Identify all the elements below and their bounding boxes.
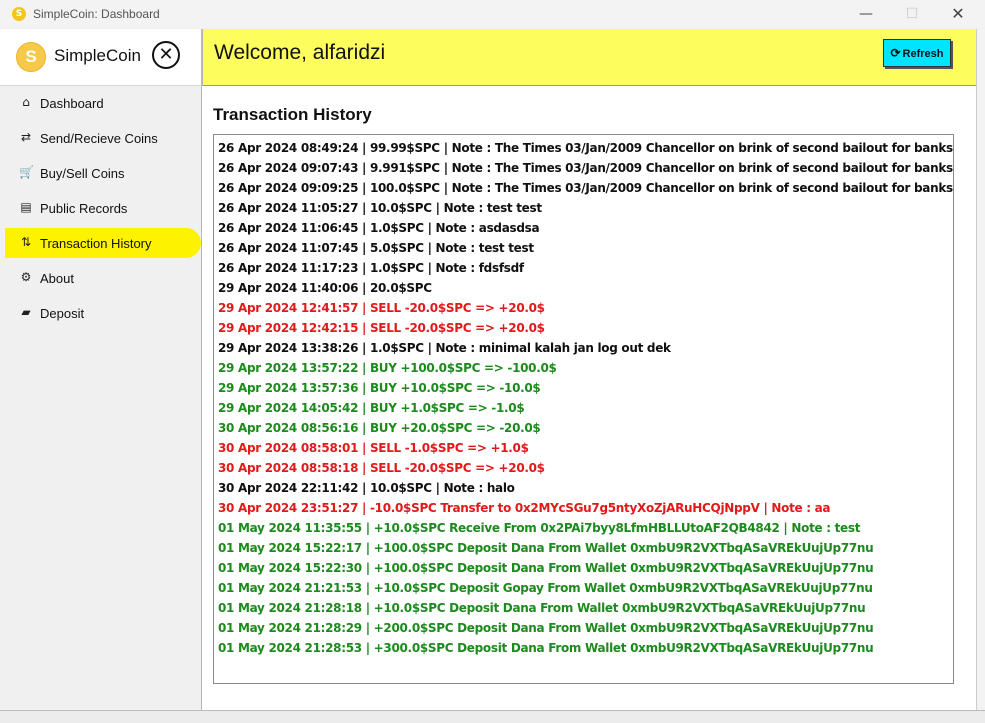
window-right-edge [976,29,985,722]
transaction-row: 30 Apr 2024 08:58:18 | SELL -20.0$SPC =>… [218,461,545,475]
cart-icon: 🛒 [19,165,34,179]
minimize-button[interactable]: — [843,0,889,28]
history-icon: ⇅ [20,235,32,249]
transaction-row: 29 Apr 2024 13:38:26 | 1.0$SPC | Note : … [218,341,671,355]
transaction-row: 30 Apr 2024 08:56:16 | BUY +20.0$SPC => … [218,421,541,435]
refresh-icon: ⟳ [890,46,901,60]
transaction-row: 30 Apr 2024 08:58:01 | SELL -1.0$SPC => … [218,441,529,455]
transaction-row: 01 May 2024 21:21:53 | +10.0$SPC Deposit… [218,581,873,595]
main-content: Transaction History 26 Apr 2024 08:49:24… [202,86,976,710]
sidebar: ⌂ Dashboard ⇄ Send/Recieve Coins 🛒 Buy/S… [0,86,202,710]
sidebar-item-public-records[interactable]: ▤ Public Records [5,193,201,223]
transaction-row: 29 Apr 2024 12:42:15 | SELL -20.0$SPC =>… [218,321,545,335]
records-icon: ▤ [20,200,32,214]
transaction-row: 30 Apr 2024 23:51:27 | -10.0$SPC Transfe… [218,501,831,515]
sidebar-item-buy-sell[interactable]: 🛒 Buy/Sell Coins [5,158,201,188]
sidebar-item-label: Deposit [40,306,85,321]
page-title: Transaction History [213,105,372,124]
sidebar-item-label: Send/Recieve Coins [40,131,158,146]
sidebar-item-deposit[interactable]: ▰ Deposit [5,298,201,328]
home-icon: ⌂ [22,95,30,109]
sidebar-item-label: Buy/Sell Coins [40,166,125,181]
transaction-row: 01 May 2024 21:28:18 | +10.0$SPC Deposit… [218,601,866,615]
welcome-title: Welcome, alfaridzi [214,41,386,64]
refresh-label: Refresh [902,48,944,60]
transaction-row: 29 Apr 2024 11:40:06 | 20.0$SPC [218,281,432,295]
transaction-row: 26 Apr 2024 09:09:25 | 100.0$SPC | Note … [218,181,954,195]
app-icon: S [12,7,26,21]
transaction-row: 30 Apr 2024 22:11:42 | 10.0$SPC | Note :… [218,481,515,495]
sidebar-item-about[interactable]: ⚙ About [5,263,201,293]
wallet-icon: ▰ [21,305,31,319]
transaction-row: 01 May 2024 15:22:17 | +100.0$SPC Deposi… [218,541,874,555]
transaction-list: 26 Apr 2024 08:49:24 | 99.99$SPC | Note … [218,138,953,658]
sidebar-item-label: Public Records [40,201,128,216]
coin-logo-icon: S [16,42,46,72]
sidebar-item-label: Transaction History [40,236,152,251]
refresh-button[interactable]: ⟳ Refresh [883,39,951,67]
close-sidebar-button[interactable]: ✕ [152,41,180,69]
transaction-row: 26 Apr 2024 11:05:27 | 10.0$SPC | Note :… [218,201,542,215]
transaction-row: 26 Apr 2024 09:07:43 | 9.991$SPC | Note … [218,161,954,175]
maximize-button[interactable]: ☐ [889,0,935,28]
transaction-row: 01 May 2024 15:22:30 | +100.0$SPC Deposi… [218,561,874,575]
sidebar-item-dashboard[interactable]: ⌂ Dashboard [5,88,201,118]
window-titlebar: S SimpleCoin: Dashboard — ☐ ✕ [0,0,985,28]
transaction-row: 29 Apr 2024 13:57:36 | BUY +10.0$SPC => … [218,381,541,395]
brand-panel: S SimpleCoin ✕ [0,29,202,86]
sidebar-item-send-receive[interactable]: ⇄ Send/Recieve Coins [5,123,201,153]
transaction-row: 29 Apr 2024 14:05:42 | BUY +1.0$SPC => -… [218,401,525,415]
sidebar-item-label: Dashboard [40,96,104,111]
transaction-row: 26 Apr 2024 11:06:45 | 1.0$SPC | Note : … [218,221,540,235]
transaction-row: 29 Apr 2024 12:41:57 | SELL -20.0$SPC =>… [218,301,545,315]
transaction-row: 26 Apr 2024 11:17:23 | 1.0$SPC | Note : … [218,261,524,275]
brand-name: SimpleCoin [54,46,141,65]
close-window-button[interactable]: ✕ [935,0,981,28]
sidebar-item-transaction-history[interactable]: ⇅ Transaction History [5,228,201,258]
window-title: SimpleCoin: Dashboard [33,7,160,21]
sidebar-item-label: About [40,271,74,286]
header-bar: Welcome, alfaridzi ⟳ Refresh [202,29,977,86]
transaction-history-box[interactable]: 26 Apr 2024 08:49:24 | 99.99$SPC | Note … [213,134,954,684]
transaction-row: 01 May 2024 21:28:53 | +300.0$SPC Deposi… [218,641,874,655]
transaction-row: 01 May 2024 11:35:55 | +10.0$SPC Receive… [218,521,861,535]
transaction-row: 26 Apr 2024 11:07:45 | 5.0$SPC | Note : … [218,241,534,255]
transaction-row: 01 May 2024 21:28:29 | +200.0$SPC Deposi… [218,621,874,635]
transaction-row: 29 Apr 2024 13:57:22 | BUY +100.0$SPC =>… [218,361,557,375]
transaction-row: 26 Apr 2024 08:49:24 | 99.99$SPC | Note … [218,141,954,155]
window-bottom-edge [0,710,985,723]
transfer-icon: ⇄ [20,130,32,144]
gear-icon: ⚙ [20,270,32,284]
